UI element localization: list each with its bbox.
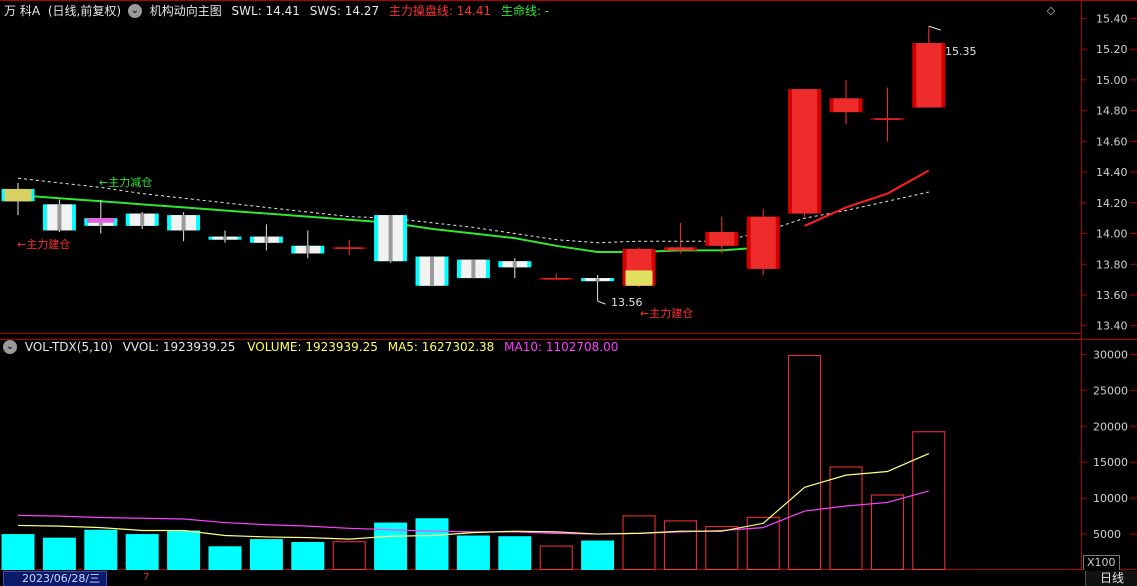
main-line-value: 主力操盘线: 14.41 [388, 4, 492, 18]
candle-shade [223, 236, 227, 240]
price-tick-label: 14.40 [1096, 166, 1128, 179]
main-chart-header: 万 科A (日线,前复权) ⌄ 机构动向主图 SWL: 14.41 SWS: 1… [0, 0, 549, 22]
swl-value: SWL: 14.41 [231, 4, 300, 18]
ma5-value: MA5: 1627302.38 [387, 340, 495, 354]
candle-shade [388, 215, 393, 262]
candle-down [42, 199, 76, 232]
volume-tick-label: 20000 [1093, 420, 1128, 433]
volume-bar-down [456, 535, 490, 570]
period-mode: (日线,前复权) [47, 4, 122, 18]
volume-tick-label: 15000 [1093, 456, 1128, 469]
volume-value: VOLUME: 1923939.25 [247, 340, 378, 354]
candle-highlight [916, 43, 942, 108]
volume-header: ⌄ VOL-TDX(5,10) VVOL: 1923939.25 VOLUME:… [0, 336, 618, 358]
volume-indicator-name[interactable]: VOL-TDX(5,10) [25, 336, 113, 358]
volume-bar-down [291, 541, 325, 570]
stock-chart-window: 15.40 15.20 15.00 14.80 14.60 14.40 14.20 14.00… [0, 0, 1137, 586]
candle-shade [595, 278, 600, 282]
candle-highlight [833, 98, 859, 113]
candle-shade [181, 215, 186, 231]
volume-bar-down [1, 534, 35, 570]
volume-bar-down [208, 546, 242, 570]
candle-highlight [667, 247, 693, 251]
price-tick-label: 13.80 [1096, 258, 1128, 271]
build-position-mid: ←主力建仓 [640, 306, 693, 320]
month-tick-label: 7 [143, 572, 150, 583]
collapse-diamond-icon[interactable]: ◇ [1044, 4, 1058, 18]
price-tick-label: 14.20 [1096, 197, 1128, 210]
signal-highlight [4, 188, 32, 202]
candle-highlight [750, 216, 776, 269]
candle-shade [57, 204, 62, 231]
candle-shade [264, 236, 269, 243]
candle-shade [512, 261, 517, 268]
candle-down [374, 215, 408, 263]
price-tick-label: 13.60 [1096, 289, 1128, 302]
volume-unit-label: X100 [1083, 555, 1120, 571]
candle-highlight [543, 278, 569, 280]
volume-bar-down [42, 537, 76, 570]
signal-highlight [625, 270, 653, 286]
candle-highlight [709, 231, 735, 246]
candle-up [746, 208, 780, 276]
volume-bar-down [249, 539, 283, 570]
chart-canvas[interactable]: 15.40 15.20 15.00 14.80 14.60 14.40 14.20 14.00… [0, 0, 1137, 586]
candle-shade [305, 245, 310, 254]
candle-shade [471, 259, 476, 279]
volume-bar-down [415, 518, 449, 570]
volume-menu-icon[interactable]: ⌄ [3, 340, 17, 354]
candle-down [415, 256, 449, 286]
volume-tick-label: 5000 [1093, 528, 1121, 541]
signal-highlight [87, 218, 115, 223]
life-line-value: 生命线: - [500, 4, 550, 18]
price-tick-label: 13.40 [1096, 320, 1128, 333]
indicator-menu-icon[interactable]: ⌄ [127, 4, 142, 18]
vvol-value: VVOL: 1923939.25 [122, 340, 236, 354]
price-tick-label: 15.40 [1096, 12, 1128, 25]
candle-highlight [874, 118, 900, 120]
price-tick-label: 14.80 [1096, 105, 1128, 118]
price-tick-label: 14.00 [1096, 228, 1128, 241]
candle-shade [140, 213, 145, 226]
volume-bar-down [167, 530, 201, 570]
reduce-position: ←主力减仓 [99, 175, 152, 189]
price-tick-label: 15.20 [1096, 43, 1128, 56]
price-tick-label: 15.00 [1096, 74, 1128, 87]
candle-highlight [792, 89, 818, 214]
volume-bar-down [84, 529, 118, 570]
candle-down [456, 259, 490, 279]
candle-highlight [336, 247, 362, 249]
build-position-left: ←主力建仓 [17, 237, 70, 251]
period-tab-daily[interactable]: 日线 [1085, 571, 1137, 586]
volume-bar-down [581, 540, 615, 570]
low-price-marker: 13.56 [611, 296, 643, 309]
indicator-name[interactable]: 机构动向主图 [150, 0, 222, 22]
volume-tick-label: 25000 [1093, 384, 1128, 397]
candle-up [788, 89, 822, 217]
stock-name: 万 科A [4, 4, 41, 18]
sws-value: SWS: 14.27 [309, 4, 380, 18]
candle-shade [430, 256, 434, 286]
volume-bar-down [498, 536, 532, 570]
cursor-date-label: 2023/06/28/三 [3, 571, 108, 586]
high-price-marker: 15.35 [945, 45, 977, 58]
price-tick-label: 14.60 [1096, 135, 1128, 148]
volume-bar-down [125, 534, 159, 570]
volume-tick-label: 30000 [1093, 348, 1128, 361]
time-axis-bar [0, 570, 1137, 586]
volume-tick-label: 10000 [1093, 492, 1128, 505]
ma10-value: MA10: 1102708.00 [504, 340, 619, 354]
